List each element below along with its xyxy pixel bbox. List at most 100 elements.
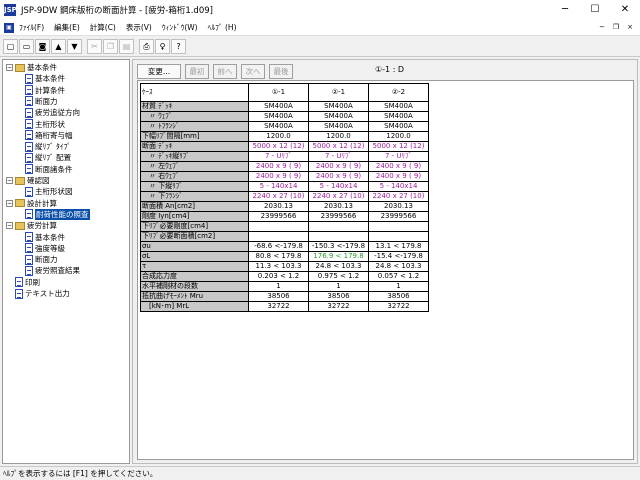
table-cell[interactable]: 1200.0 <box>248 131 309 142</box>
collapse-toggle-icon[interactable]: − <box>6 64 13 71</box>
table-cell[interactable]: 2240 x 27 (10) <box>248 191 309 202</box>
prev-button[interactable]: 前へ <box>213 63 237 79</box>
new-file-icon[interactable]: ▢ <box>3 39 18 54</box>
table-cell[interactable]: 5 - 140x14 <box>308 181 369 192</box>
collapse-toggle-icon[interactable]: − <box>6 177 13 184</box>
last-button[interactable]: 最後 <box>269 63 293 79</box>
table-cell[interactable]: 38506 <box>248 291 309 302</box>
table-cell[interactable]: SM400A <box>248 111 309 122</box>
table-cell[interactable]: 2400 x 9 ( 9) <box>308 171 369 182</box>
minimize-button[interactable]: ─ <box>550 0 580 20</box>
table-cell[interactable]: 7 - Uﾘﾌﾞ <box>308 151 369 162</box>
tree-item[interactable]: − 基本条件 <box>6 62 57 73</box>
table-cell[interactable]: SM400A <box>368 111 429 122</box>
tree-item[interactable]: 主桁形状図 <box>25 186 73 197</box>
table-cell[interactable]: 23999566 <box>308 211 369 222</box>
next-button[interactable]: 次へ <box>241 63 265 79</box>
tree-item[interactable]: 主桁形状 <box>25 119 65 130</box>
close-button[interactable]: ✕ <box>610 0 640 20</box>
table-cell[interactable]: SM400A <box>308 111 369 122</box>
table-cell[interactable]: SM400A <box>368 121 429 132</box>
tree-item[interactable]: 強度等級 <box>25 243 65 254</box>
arrow-down-icon[interactable]: ▼ <box>67 39 82 54</box>
tree-item[interactable]: − 疲労計算 <box>6 220 57 231</box>
table-cell[interactable]: 1 <box>308 281 369 292</box>
table-cell[interactable]: 5000 x 12 (12) <box>248 141 309 152</box>
table-cell[interactable]: SM400A <box>248 101 309 112</box>
tree-item[interactable]: 基本条件 <box>25 232 65 243</box>
tree-item[interactable]: 疲労照査結果 <box>25 265 80 276</box>
table-cell[interactable]: 23999566 <box>368 211 429 222</box>
mdi-close-button[interactable]: × <box>624 21 636 33</box>
table-cell[interactable]: -15.4 <-179.8 <box>368 251 429 262</box>
tree-item[interactable]: 疲労追従方向 <box>25 107 80 118</box>
tree-item[interactable]: 縦ﾘﾌﾞ 配置 <box>25 152 71 163</box>
table-cell[interactable] <box>248 231 309 242</box>
table-cell[interactable]: 5000 x 12 (12) <box>368 141 429 152</box>
table-cell[interactable]: 13.1 < 179.8 <box>368 241 429 252</box>
tree-item[interactable]: 断面諸条件 <box>25 164 73 175</box>
paste-icon[interactable]: ▤ <box>119 39 134 54</box>
tree-item[interactable]: 耐荷性能の照査 <box>25 208 90 220</box>
table-cell[interactable]: SM400A <box>308 121 369 132</box>
table-cell[interactable] <box>248 221 309 232</box>
copy-icon[interactable]: ❐ <box>103 39 118 54</box>
table-cell[interactable]: 1200.0 <box>308 131 369 142</box>
change-button[interactable]: 変更... <box>137 63 181 79</box>
table-cell[interactable]: 5 - 140x14 <box>368 181 429 192</box>
table-cell[interactable]: 80.8 < 179.8 <box>248 251 309 262</box>
maximize-button[interactable]: ☐ <box>580 0 610 20</box>
first-button[interactable]: 最初 <box>185 63 209 79</box>
table-cell[interactable]: 2400 x 9 ( 9) <box>308 161 369 172</box>
tree-item[interactable]: 縦ﾘﾌﾞ ﾀｲﾌﾟ <box>25 141 71 152</box>
collapse-toggle-icon[interactable]: − <box>6 222 13 230</box>
table-cell[interactable] <box>368 221 429 232</box>
save-icon[interactable]: ◙ <box>35 39 50 54</box>
tree-item[interactable]: − 確認図 <box>6 175 50 186</box>
table-cell[interactable]: 2400 x 9 ( 9) <box>248 171 309 182</box>
table-cell[interactable]: SM400A <box>308 101 369 112</box>
menu-edit[interactable]: 編集(E) <box>49 22 85 33</box>
collapse-toggle-icon[interactable]: − <box>6 199 13 207</box>
menu-file[interactable]: ﾌｧｲﾙ(F) <box>14 22 49 33</box>
table-cell[interactable]: 2030.13 <box>368 201 429 212</box>
table-cell[interactable]: 32722 <box>308 301 369 312</box>
table-cell[interactable]: 7 - Uﾘﾌﾞ <box>368 151 429 162</box>
table-cell[interactable]: 0.203 < 1.2 <box>248 271 309 282</box>
menu-help[interactable]: ﾍﾙﾌﾟ (H) <box>203 22 242 33</box>
table-cell[interactable]: 2400 x 9 ( 9) <box>368 161 429 172</box>
table-cell[interactable]: 24.8 < 103.3 <box>308 261 369 272</box>
mdi-restore-button[interactable]: ❐ <box>610 21 622 33</box>
table-cell[interactable] <box>308 221 369 232</box>
document-icon[interactable]: ▣ <box>4 22 14 33</box>
tree-item[interactable]: − 設計計算 <box>6 198 57 209</box>
table-cell[interactable]: 1 <box>368 281 429 292</box>
context-help-icon[interactable]: ? <box>171 39 186 54</box>
menu-calc[interactable]: 計算(C) <box>85 22 121 33</box>
title-bar[interactable]: JSP JSP-9DW 鋼床版桁の断面計算 - [疲労-箱桁1.d09] ─ ☐… <box>0 0 640 20</box>
table-cell[interactable]: 1 <box>248 281 309 292</box>
table-cell[interactable]: 38506 <box>368 291 429 302</box>
table-cell[interactable]: 2240 x 27 (10) <box>308 191 369 202</box>
tree-item[interactable]: テキスト出力 <box>6 288 70 299</box>
table-cell[interactable]: SM400A <box>368 101 429 112</box>
table-cell[interactable]: -150.3 <-179.8 <box>308 241 369 252</box>
table-cell[interactable]: 32722 <box>248 301 309 312</box>
table-cell[interactable]: 2400 x 9 ( 9) <box>368 171 429 182</box>
help-bulb-icon[interactable]: ♀ <box>155 39 170 54</box>
tree-item[interactable]: 計算条件 <box>25 85 65 96</box>
table-cell[interactable]: 5000 x 12 (12) <box>308 141 369 152</box>
print-icon[interactable]: ⎙ <box>139 39 154 54</box>
tree-item[interactable]: 印刷 <box>6 277 40 288</box>
table-cell[interactable] <box>368 231 429 242</box>
tree-item[interactable]: 断面力 <box>25 96 58 107</box>
mdi-minimize-button[interactable]: − <box>596 21 608 33</box>
table-cell[interactable]: SM400A <box>248 121 309 132</box>
menu-view[interactable]: 表示(V) <box>121 22 157 33</box>
table-cell[interactable]: 176.9 < 179.8 <box>308 251 369 262</box>
tree-item[interactable]: 箱桁寄与幅 <box>25 130 73 141</box>
table-cell[interactable]: 2030.13 <box>248 201 309 212</box>
table-cell[interactable]: -68.6 <-179.8 <box>248 241 309 252</box>
table-cell[interactable]: 24.8 < 103.3 <box>368 261 429 272</box>
cut-icon[interactable]: ✂ <box>87 39 102 54</box>
